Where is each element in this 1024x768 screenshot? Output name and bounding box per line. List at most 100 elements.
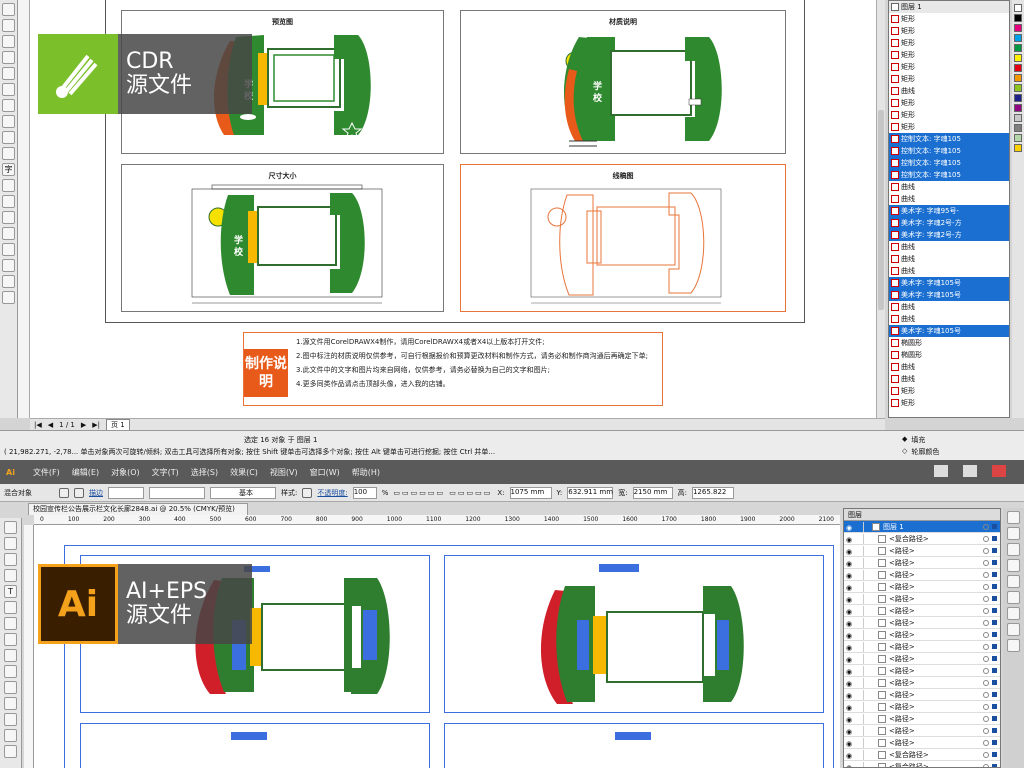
target-circle-icon[interactable] xyxy=(983,715,989,722)
path-row[interactable]: ◉ <路径> xyxy=(844,545,1000,557)
brushes-panel-icon[interactable] xyxy=(1007,543,1020,556)
lock-toggle[interactable] xyxy=(854,737,864,748)
selection-square-icon[interactable] xyxy=(992,560,997,565)
color-swatch[interactable] xyxy=(1014,114,1022,122)
visibility-eye-icon[interactable]: ◉ xyxy=(844,630,854,640)
free-transform-icon[interactable] xyxy=(4,729,17,742)
lock-toggle[interactable] xyxy=(854,557,864,568)
lock-toggle[interactable] xyxy=(854,533,864,544)
w-field[interactable]: 2150 mm xyxy=(632,486,673,499)
lock-toggle[interactable] xyxy=(854,581,864,592)
selection-square-icon[interactable] xyxy=(992,644,997,649)
graphic-styles-icon[interactable] xyxy=(1007,639,1020,652)
lock-toggle[interactable] xyxy=(854,569,864,580)
visibility-eye-icon[interactable]: ◉ xyxy=(844,534,854,544)
path-row[interactable]: ◉ <路径> xyxy=(844,569,1000,581)
cdr-vertical-scrollbar[interactable] xyxy=(876,0,885,418)
target-circle-icon[interactable] xyxy=(983,523,989,530)
object-row[interactable]: 曲线 xyxy=(889,253,1009,265)
visibility-eye-icon[interactable]: ◉ xyxy=(844,558,854,568)
line-tool-icon[interactable] xyxy=(4,601,17,614)
color-swatch[interactable] xyxy=(1014,124,1022,132)
menu-item[interactable]: 窗口(W) xyxy=(310,467,340,478)
style-swatch-icon[interactable] xyxy=(302,487,313,498)
visibility-eye-icon[interactable]: ◉ xyxy=(844,606,854,616)
menu-item[interactable]: 帮助(H) xyxy=(352,467,380,478)
color-panel-icon[interactable] xyxy=(1007,511,1020,524)
selection-square-icon[interactable] xyxy=(992,680,997,685)
object-row[interactable]: 曲线 xyxy=(889,313,1009,325)
blend-tool-icon[interactable] xyxy=(2,227,15,240)
appearance-panel-icon[interactable] xyxy=(1007,623,1020,636)
object-row[interactable]: 控制文本: 字魂105 xyxy=(889,133,1009,145)
rectangle-tool-icon[interactable] xyxy=(2,99,15,112)
selection-square-icon[interactable] xyxy=(992,728,997,733)
path-row[interactable]: ◉ <路径> xyxy=(844,701,1000,713)
target-circle-icon[interactable] xyxy=(983,595,989,602)
layer-header[interactable]: 图层 1 xyxy=(889,1,1009,13)
object-row[interactable]: 美术字: 字魂105号 xyxy=(889,325,1009,337)
object-row[interactable]: 曲线 xyxy=(889,181,1009,193)
gradient-panel-icon[interactable] xyxy=(1007,591,1020,604)
selection-square-icon[interactable] xyxy=(992,752,997,757)
x-field[interactable]: 1075 mm xyxy=(509,486,552,499)
close-icon[interactable] xyxy=(992,465,1006,477)
object-row[interactable]: 美术字: 字魂2号-方 xyxy=(889,217,1009,229)
selection-square-icon[interactable] xyxy=(992,740,997,745)
freehand-tool-icon[interactable] xyxy=(2,67,15,80)
object-row[interactable]: 曲线 xyxy=(889,301,1009,313)
align-icons[interactable]: ▭▭▭▭▭▭ ▭▭▭▭▭ xyxy=(393,489,492,497)
pencil-tool-icon[interactable] xyxy=(4,649,17,662)
path-row[interactable]: ◉ <复合路径> xyxy=(844,533,1000,545)
color-swatch[interactable] xyxy=(1014,64,1022,72)
target-circle-icon[interactable] xyxy=(983,751,989,758)
ai-canvas[interactable] xyxy=(34,525,840,768)
polygon-tool-icon[interactable] xyxy=(2,131,15,144)
object-row[interactable]: 矩形 xyxy=(889,97,1009,109)
selection-square-icon[interactable] xyxy=(992,584,997,589)
magic-wand-icon[interactable] xyxy=(4,553,17,566)
visibility-eye-icon[interactable]: ◉ xyxy=(844,654,854,664)
color-swatch[interactable] xyxy=(1014,144,1022,152)
lock-toggle[interactable] xyxy=(854,713,864,724)
color-swatch[interactable] xyxy=(1014,54,1022,62)
visibility-eye-icon[interactable]: ◉ xyxy=(844,762,854,768)
selection-square-icon[interactable] xyxy=(992,596,997,601)
selection-square-icon[interactable] xyxy=(992,572,997,577)
selection-square-icon[interactable] xyxy=(992,764,997,767)
document-tab[interactable]: 校园宣传栏公告展示栏文化长廊2848.ai @ 20.5% (CMYK/预览) xyxy=(28,503,248,515)
stroke-weight-field[interactable] xyxy=(108,486,144,499)
selection-square-icon[interactable] xyxy=(992,668,997,673)
visibility-eye-icon[interactable]: ◉ xyxy=(844,702,854,712)
visibility-eye-icon[interactable]: ◉ xyxy=(844,582,854,592)
object-row[interactable]: 矩形 xyxy=(889,73,1009,85)
lock-toggle[interactable] xyxy=(854,605,864,616)
visibility-eye-icon[interactable]: ◉ xyxy=(844,726,854,736)
object-row[interactable]: 曲线 xyxy=(889,265,1009,277)
stroke-panel-icon[interactable] xyxy=(1007,575,1020,588)
path-row[interactable]: ◉ <路径> xyxy=(844,689,1000,701)
path-row[interactable]: ◉ <路径> xyxy=(844,677,1000,689)
object-row[interactable]: 控制文本: 字魂105 xyxy=(889,157,1009,169)
target-circle-icon[interactable] xyxy=(983,607,989,614)
zoom-tool-icon[interactable] xyxy=(2,51,15,64)
object-row[interactable]: 矩形 xyxy=(889,385,1009,397)
path-row[interactable]: ◉ <路径> xyxy=(844,557,1000,569)
target-circle-icon[interactable] xyxy=(983,535,989,542)
scale-tool-icon[interactable] xyxy=(4,697,17,710)
target-circle-icon[interactable] xyxy=(983,727,989,734)
shape-tool-icon[interactable] xyxy=(2,19,15,32)
path-row[interactable]: ◉ <路径> xyxy=(844,617,1000,629)
h-field[interactable]: 1265.822 xyxy=(691,486,734,499)
menu-item[interactable]: 效果(C) xyxy=(230,467,258,478)
crop-tool-icon[interactable] xyxy=(2,35,15,48)
visibility-eye-icon[interactable]: ◉ xyxy=(844,738,854,748)
path-row[interactable]: ◉ <路径> xyxy=(844,737,1000,749)
target-circle-icon[interactable] xyxy=(983,679,989,686)
visibility-eye-icon[interactable]: ◉ xyxy=(844,678,854,688)
fill-swatch-icon[interactable] xyxy=(59,487,69,498)
lock-toggle[interactable] xyxy=(854,617,864,628)
selection-square-icon[interactable] xyxy=(992,716,997,721)
selection-square-icon[interactable] xyxy=(992,620,997,625)
selection-square-icon[interactable] xyxy=(992,608,997,613)
